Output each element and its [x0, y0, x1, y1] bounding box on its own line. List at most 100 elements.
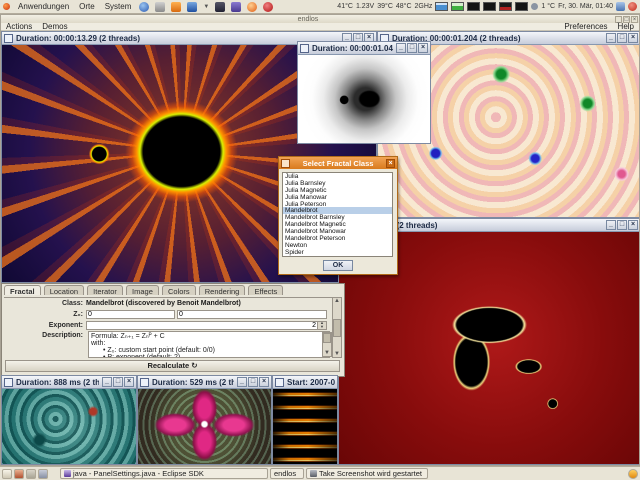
close-icon[interactable]: × — [628, 33, 638, 43]
tab-colors[interactable]: Colors — [162, 285, 196, 295]
maximize-icon[interactable]: □ — [248, 377, 258, 387]
dialog-list-item[interactable]: Mandelbrot Barnsley — [283, 214, 392, 221]
minimize-icon[interactable]: _ — [396, 43, 406, 53]
close-icon[interactable]: × — [418, 43, 428, 53]
tab-iterator[interactable]: Iterator — [87, 285, 123, 295]
fractal-canvas-mini[interactable] — [298, 55, 430, 143]
launcher-icon-6[interactable] — [231, 2, 241, 12]
scroll-down-icon[interactable]: ▼ — [334, 351, 340, 357]
z0-re-field[interactable] — [86, 310, 175, 319]
fractal-canvas-teal[interactable] — [2, 389, 136, 464]
settings-scrollbar[interactable]: ▲ ▼ — [332, 297, 342, 358]
places-menu[interactable]: Orte — [77, 2, 97, 11]
spinner-down-icon[interactable]: ▼ — [320, 325, 324, 329]
dialog-close-icon[interactable]: × — [386, 159, 395, 168]
launcher-icon-2[interactable] — [155, 2, 165, 12]
frame-title: Duration: 00:00:13.29 (2 threads) — [16, 34, 339, 43]
z0-label: Z₀: — [2, 311, 86, 318]
menu-demos[interactable]: Demos — [37, 22, 72, 31]
tab-rendering[interactable]: Rendering — [199, 285, 246, 295]
maximize-icon[interactable]: □ — [407, 43, 417, 53]
weather-icon[interactable] — [531, 3, 538, 10]
sensor-volt: 1.23V — [356, 3, 374, 10]
task-endlos[interactable]: endlos — [270, 468, 304, 479]
show-desktop-icon[interactable] — [2, 469, 12, 479]
taskbar-icon-2[interactable] — [14, 469, 24, 479]
frame-teal-titlebar[interactable]: Duration: 888 ms (2 threads) _ □ × — [2, 376, 136, 389]
weather-temp[interactable]: 1 °C — [541, 3, 555, 10]
maximize-icon[interactable]: □ — [617, 220, 627, 230]
description-area[interactable]: Formula: Zₙ₊₁ = Zₙᴾ + C with: • Z₀: cust… — [88, 331, 330, 358]
frame-stars-titlebar[interactable]: Start: 2007-03-30 0 — [273, 376, 337, 389]
fractal-canvas-flower[interactable] — [138, 389, 271, 464]
scrollbar-thumb[interactable] — [333, 319, 341, 337]
dialog-list-item[interactable]: Mandelbrot Magnetic — [283, 221, 392, 228]
dialog-list-item[interactable]: Julia Magnetic — [283, 187, 392, 194]
launcher-icon-5[interactable] — [215, 2, 225, 12]
panel-meter-6[interactable] — [515, 2, 528, 11]
scroll-down-icon[interactable]: ▼ — [324, 350, 330, 356]
clock[interactable]: Fr, 30. Mär, 01:40 — [558, 3, 613, 10]
launcher-icon-4[interactable] — [187, 2, 197, 12]
launcher-icon-7[interactable] — [247, 2, 257, 12]
minimize-icon[interactable]: _ — [606, 33, 616, 43]
scroll-up-icon[interactable]: ▲ — [334, 298, 340, 304]
menu-expander-icon[interactable]: ▼ — [203, 4, 209, 10]
dialog-list-item[interactable]: Spider — [283, 249, 392, 256]
panel-meter-4[interactable] — [483, 2, 496, 11]
taskbar-icon-4[interactable] — [38, 469, 48, 479]
panel-meter-5[interactable] — [499, 2, 512, 11]
close-icon[interactable]: × — [259, 377, 269, 387]
close-icon[interactable]: × — [124, 377, 134, 387]
dialog-list-item[interactable]: Julia Manowar — [283, 194, 392, 201]
tab-location[interactable]: Location — [44, 285, 84, 295]
ok-button[interactable]: OK — [323, 260, 353, 271]
dialog-list-item[interactable]: Julia — [283, 173, 392, 180]
tab-image[interactable]: Image — [126, 285, 159, 295]
task-label: endlos — [274, 469, 296, 478]
description-scrollbar[interactable]: ▼ — [322, 332, 332, 357]
endlos-titlebar[interactable]: endlos _ □ × — [1, 15, 639, 23]
taskbar-icon-3[interactable] — [26, 469, 36, 479]
dialog-list-item[interactable]: Mandelbrot Manowar — [283, 228, 392, 235]
tab-fractal[interactable]: Fractal — [4, 285, 41, 295]
task-eclipse[interactable]: java - PanelSettings.java - Eclipse SDK — [60, 468, 268, 479]
minimize-icon[interactable]: _ — [606, 220, 616, 230]
fractal-canvas-stars[interactable] — [273, 389, 337, 464]
frame-mini-titlebar[interactable]: Duration: 00:00:01.048 (2 threads) _ □ × — [298, 42, 430, 55]
applications-menu[interactable]: Anwendungen — [16, 2, 71, 11]
dialog-list-item[interactable]: Julia Barnsley — [283, 180, 392, 187]
exponent-spinner[interactable]: ▲ ▼ — [318, 321, 327, 330]
z0-im-field[interactable] — [177, 310, 327, 319]
launcher-icon-3[interactable] — [171, 2, 181, 12]
close-icon[interactable]: × — [628, 220, 638, 230]
dialog-list-item[interactable]: Julia Peterson — [283, 201, 392, 208]
launcher-icon-1[interactable] — [139, 2, 149, 12]
menu-preferences[interactable]: Preferences — [559, 22, 612, 31]
window-selector-icon[interactable] — [616, 2, 625, 11]
minimize-icon[interactable]: _ — [102, 377, 112, 387]
tab-effects[interactable]: Effects — [248, 285, 283, 295]
task-screenshot[interactable]: Take Screenshot wird gestartet — [306, 468, 428, 479]
dialog-list-item[interactable]: Newton — [283, 242, 392, 249]
dialog-list-item[interactable]: Mandelbrot — [283, 207, 392, 214]
logout-icon[interactable] — [628, 2, 637, 11]
exponent-field[interactable] — [86, 321, 318, 330]
distro-logo-icon[interactable] — [3, 3, 10, 10]
dialog-titlebar[interactable]: Select Fractal Class × — [279, 157, 397, 169]
launcher-icon-8[interactable] — [263, 2, 273, 12]
notification-icon[interactable] — [628, 469, 638, 479]
dialog-list-item[interactable]: Mandelbrot Peterson — [283, 235, 392, 242]
scrollbar-thumb[interactable] — [323, 333, 331, 343]
system-menu[interactable]: System — [103, 2, 134, 11]
menu-actions[interactable]: Actions — [1, 22, 37, 31]
minimize-icon[interactable]: _ — [237, 377, 247, 387]
maximize-icon[interactable]: □ — [113, 377, 123, 387]
panel-meter-3[interactable] — [467, 2, 480, 11]
recalculate-button[interactable]: Recalculate ↻ — [5, 360, 340, 372]
frame-flower-titlebar[interactable]: Duration: 529 ms (2 threads) _ □ × — [138, 376, 271, 389]
maximize-icon[interactable]: □ — [617, 33, 627, 43]
panel-meter-2[interactable] — [451, 2, 464, 11]
menu-help[interactable]: Help — [613, 22, 639, 31]
panel-meter-1[interactable] — [435, 2, 448, 11]
